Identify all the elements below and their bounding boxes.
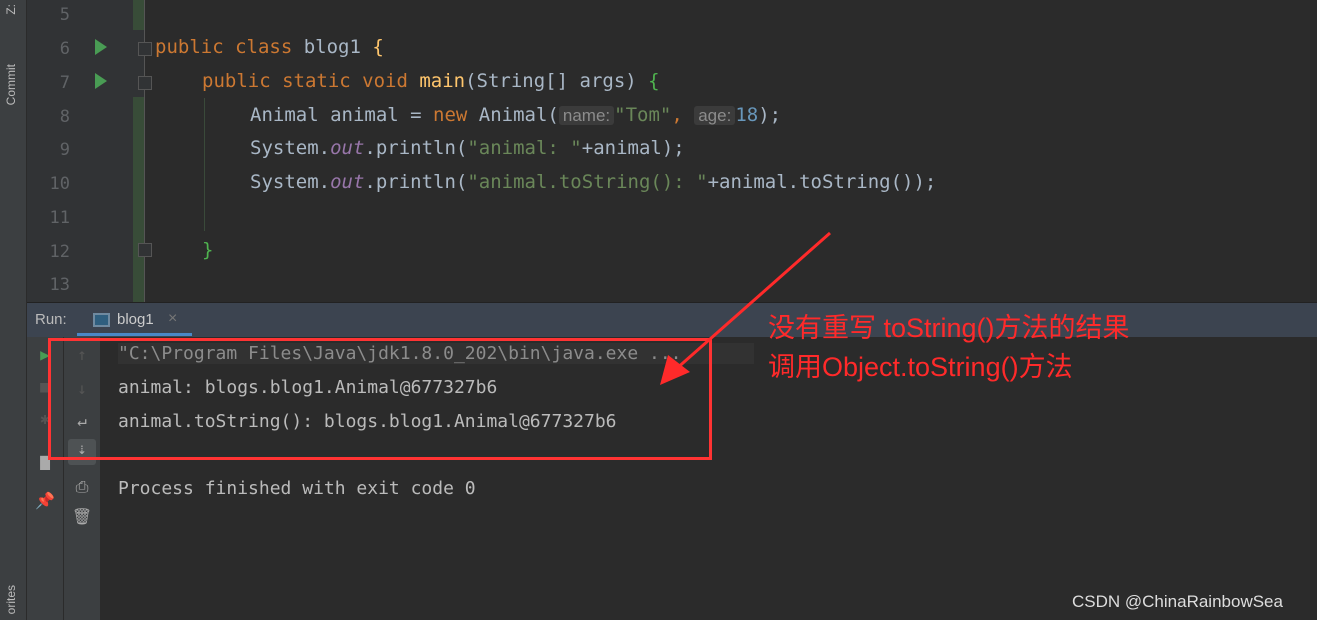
annotation-line-1: 没有重写 toString()方法的结果: [768, 313, 1130, 343]
annotation-line-2: 调用Object.toString()方法: [768, 352, 1073, 382]
watermark: CSDN @ChinaRainbowSea: [1072, 592, 1283, 611]
